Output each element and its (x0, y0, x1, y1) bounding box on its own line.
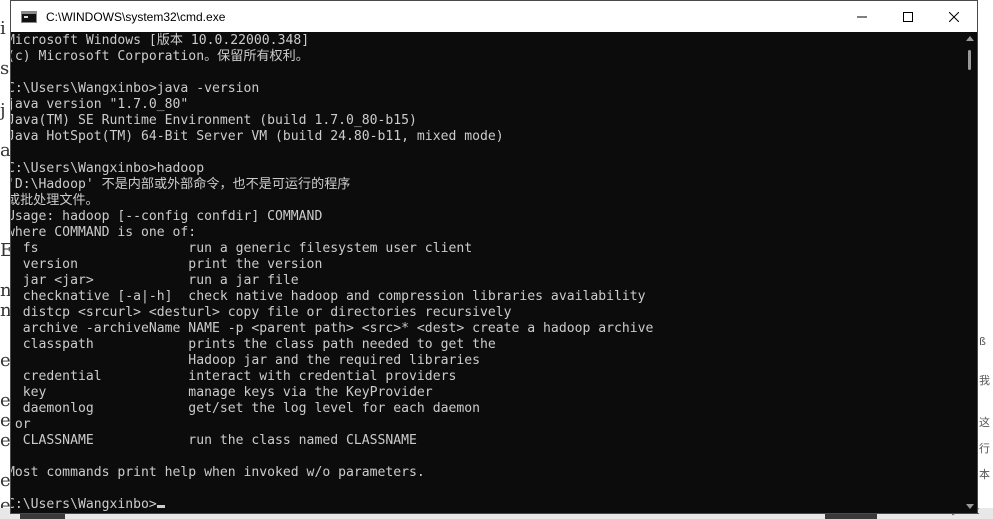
console-line: Most commands print help when invoked w/… (11, 465, 653, 481)
console-line-text: daemonlog get/set the log level for each… (11, 401, 480, 416)
close-icon (949, 11, 959, 22)
console-line-text: java version "1.7.0_80" (11, 97, 189, 112)
console-line: classpath prints the class path needed t… (11, 337, 653, 353)
console-line-text: Most commands print help when invoked w/… (11, 465, 425, 480)
console-line-text: version print the version (11, 257, 323, 272)
console-line: jar <jar> run a jar file (11, 273, 653, 289)
console-line-text: distcp <srcurl> <desturl> copy file or d… (11, 305, 512, 320)
console-line-text: jar <jar> run a jar file (11, 273, 299, 288)
background-glyph: n (0, 280, 10, 301)
background-glyph: a (0, 140, 10, 161)
console-text: Microsoft Windows [版本 10.0.22000.348] (c)… (11, 32, 653, 513)
minimize-icon (857, 16, 867, 17)
console-line: key manage keys via the KeyProvider (11, 385, 653, 401)
console-line-text: C:\Users\Wangxinbo>java -version (11, 81, 260, 96)
console-line: Hadoop jar and the required libraries (11, 353, 653, 369)
console-line-text: 'D:\Hadoop' 不是内部或外部命令，也不是可运行的程序 (11, 177, 351, 192)
console-line-text: CLASSNAME run the class named CLASSNAME (11, 433, 417, 448)
console-line-text: credential interact with credential prov… (11, 369, 457, 384)
background-glyph: E (0, 240, 10, 261)
console-line: CLASSNAME run the class named CLASSNAME (11, 433, 653, 449)
console-line: Java HotSpot(TM) 64-Bit Server VM (build… (11, 129, 653, 145)
console-line: C:\Users\Wangxinbo>java -version (11, 81, 653, 97)
console-line: fs run a generic filesystem user client (11, 241, 653, 257)
maximize-button[interactable] (885, 1, 931, 32)
maximize-icon (903, 11, 913, 22)
console-line: or (11, 417, 653, 433)
console-line-text: Java(TM) SE Runtime Environment (build 1… (11, 113, 417, 128)
text-cursor (156, 505, 165, 508)
console-line-text: (c) Microsoft Corporation。保留所有权利。 (11, 49, 309, 64)
console-line: C:\Users\Wangxinbo> (11, 497, 653, 513)
background-glyph: n (0, 300, 10, 321)
background-glyph: e (0, 470, 10, 491)
background-glyph: s (0, 58, 10, 79)
console-line: credential interact with credential prov… (11, 369, 653, 385)
console-line: C:\Users\Wangxinbo>hadoop (11, 161, 653, 177)
console-line-text: Hadoop jar and the required libraries (11, 353, 480, 368)
console-line-text: where COMMAND is one of: (11, 225, 197, 240)
console-line: checknative [-a|-h] check native hadoop … (11, 289, 653, 305)
console-line: java version "1.7.0_80" (11, 97, 653, 113)
background-glyph: e (0, 390, 10, 411)
scroll-down-arrow-icon[interactable] (966, 504, 974, 509)
console-line: 'D:\Hadoop' 不是内部或外部命令，也不是可运行的程序 (11, 177, 653, 193)
console-line: Usage: hadoop [--config confdir] COMMAND (11, 209, 653, 225)
scroll-thumb[interactable] (968, 50, 971, 70)
background-glyph: i (0, 18, 6, 39)
console-line: daemonlog get/set the log level for each… (11, 401, 653, 417)
window-title: C:\WINDOWS\system32\cmd.exe (46, 9, 226, 24)
background-glyph: e (0, 410, 10, 431)
console-line-text: 或批处理文件。 (11, 193, 99, 208)
console-line-text: Microsoft Windows [版本 10.0.22000.348] (11, 33, 310, 48)
vertical-scrollbar[interactable] (962, 32, 977, 513)
background-glyph: e (0, 430, 10, 451)
console-line-text: classpath prints the class path needed t… (11, 337, 496, 352)
console-line-text: archive -archiveName NAME -p <parent pat… (11, 321, 654, 336)
console-line-text: or (14, 417, 31, 432)
console-line-text: key manage keys via the KeyProvider (11, 385, 433, 400)
console-line: Java(TM) SE Runtime Environment (build 1… (11, 113, 653, 129)
window-controls (839, 1, 977, 32)
background-page-left: isjaEnneeeeee (0, 0, 10, 519)
console-line-text: fs run a generic filesystem user client (11, 241, 473, 256)
background-glyph: e (0, 350, 10, 371)
background-glyph: 行 (979, 442, 990, 455)
console-line-text: C:\Users\Wangxinbo>hadoop (11, 161, 205, 176)
close-button[interactable] (931, 1, 977, 32)
console-output[interactable]: Microsoft Windows [版本 10.0.22000.348] (c)… (11, 32, 963, 513)
console-line: distcp <srcurl> <desturl> copy file or d… (11, 305, 653, 321)
console-line: where COMMAND is one of: (11, 225, 653, 241)
background-glyph: 这 (979, 416, 990, 429)
console-line-text: Java HotSpot(TM) 64-Bit Server VM (build… (11, 129, 504, 144)
background-glyph: 我 (979, 374, 990, 387)
console-line-text: checknative [-a|-h] check native hadoop … (11, 289, 646, 304)
console-line: (c) Microsoft Corporation。保留所有权利。 (11, 49, 653, 65)
background-glyph: j (0, 100, 6, 121)
background-glyph: 本 (979, 468, 990, 481)
console-line: version print the version (11, 257, 653, 273)
minimize-button[interactable] (839, 1, 885, 32)
console-line-text: Usage: hadoop [--config confdir] COMMAND (11, 209, 323, 224)
background-page-right: ß 我这行本 (978, 0, 993, 519)
console-app-icon (21, 10, 37, 23)
title-bar[interactable]: C:\WINDOWS\system32\cmd.exe (11, 1, 977, 32)
console-line: archive -archiveName NAME -p <parent pat… (11, 321, 654, 337)
console-line: 或批处理文件。 (11, 193, 653, 209)
scroll-up-arrow-icon[interactable] (966, 36, 974, 41)
cmd-window[interactable]: C:\WINDOWS\system32\cmd.exe Microsoft Wi… (10, 0, 978, 514)
console-line-text: C:\Users\Wangxinbo> (11, 497, 157, 512)
background-glyph: ß (979, 335, 986, 348)
console-line: Microsoft Windows [版本 10.0.22000.348] (11, 33, 653, 49)
